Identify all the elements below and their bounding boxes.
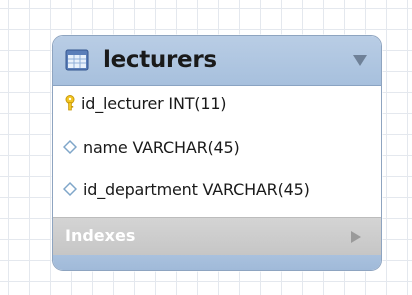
expand-arrow-icon[interactable] <box>351 231 361 243</box>
table-header[interactable]: lecturers <box>53 36 381 86</box>
indexes-section[interactable]: Indexes <box>53 217 381 255</box>
column-label: name VARCHAR(45) <box>83 138 240 157</box>
table-title: lecturers <box>103 47 217 73</box>
entity-table-lecturers[interactable]: lecturers id_lecturer INT(11) name VARCH… <box>52 35 382 271</box>
column-label: id_lecturer INT(11) <box>81 94 227 113</box>
primary-key-icon <box>65 95 75 111</box>
indexes-label: Indexes <box>65 226 136 245</box>
column-diamond-icon <box>63 139 77 155</box>
column-diamond-icon <box>63 181 77 197</box>
column-row[interactable]: id_department VARCHAR(45) <box>53 172 381 208</box>
table-footer <box>53 255 381 270</box>
column-row[interactable]: name VARCHAR(45) <box>53 130 381 166</box>
column-label: id_department VARCHAR(45) <box>83 180 310 199</box>
collapse-arrow-icon[interactable] <box>353 55 367 66</box>
column-row[interactable]: id_lecturer INT(11) <box>53 86 381 122</box>
column-list: id_lecturer INT(11) name VARCHAR(45) id_… <box>53 86 381 216</box>
table-icon <box>65 49 89 71</box>
